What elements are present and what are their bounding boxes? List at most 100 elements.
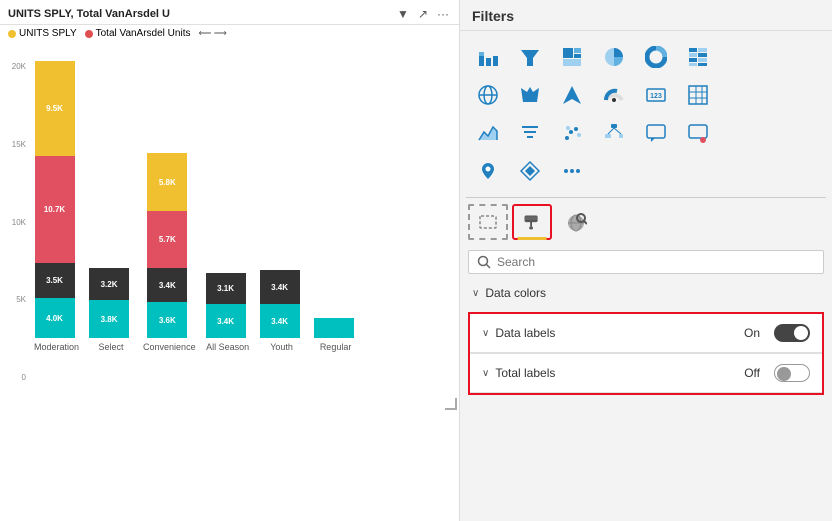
chevron-data-labels: ∨ [482,328,489,339]
bar-group-moderation: 4.0K 3.5K 10.7K 9.5K Moderation [34,61,79,352]
bar-seg: 9.5K [35,61,75,156]
bar-group-youth: 3.4K 3.4K Youth [260,270,304,352]
panel-title: Filters [460,0,832,31]
bar-seg: 3.1K [206,273,246,304]
bar-label-convenience: Convenience [143,342,196,352]
data-labels-knob [794,326,808,340]
table-icon[interactable] [678,77,718,113]
bar-label-regular: Regular [320,342,352,352]
viz-icon-grid: 123 [460,31,832,197]
bar-group-regular: Regular [314,318,358,352]
filter-pane-icon[interactable] [510,115,550,151]
legend-vanarsdel-label: Total VanArsdel Units [96,28,191,39]
bar-group-convenience: 3.6K 3.4K 5.7K 5.8K Convenience [143,153,196,352]
bar-seg: 5.7K [147,211,187,268]
speech-bubble-icon[interactable] [636,115,676,151]
data-colors-label: Data colors [485,286,546,300]
bar-group-allseason: 3.4K 3.1K All Season [206,273,250,352]
bar-seg: 10.7K [35,156,75,263]
filter-icon[interactable]: ▼ [395,6,411,22]
bar-label-select: Select [99,342,124,352]
pie-chart-icon[interactable] [594,39,634,75]
diamond-icon[interactable] [510,153,550,189]
format-paint-icon[interactable] [512,204,552,240]
legend-item-vanarsdel: Total VanArsdel Units [85,28,191,39]
funnel-icon[interactable] [510,39,550,75]
chart-legend: UNITS SPLY Total VanArsdel Units ⟵ ⟶ [0,25,459,42]
fields-icon[interactable] [468,204,508,240]
expand-icon[interactable]: ↗ [415,6,431,22]
map-icon[interactable] [468,153,508,189]
panel-title-text: Filters [472,8,514,24]
bar-stack-moderation: 4.0K 3.5K 10.7K 9.5K [35,61,79,338]
chart-toolbar: ▼ ↗ ··· [395,6,451,22]
bar-seg [314,318,354,338]
bar-stack-select: 3.8K 3.2K [89,268,133,338]
bar-stack-regular [314,318,358,338]
bar-seg: 3.6K [147,302,187,338]
y-axis: 20K 15K 10K 5K 0 [0,62,28,382]
matrix-icon[interactable] [678,39,718,75]
legend-sply-label: UNITS SPLY [19,28,77,39]
bar-seg: 4.0K [35,298,75,338]
gauge-icon[interactable] [594,77,634,113]
card-icon[interactable]: 123 [636,77,676,113]
right-panel: Filters [460,0,832,521]
legend-vanarsdel-dot [85,30,93,38]
chart-panel: UNITS SPLY, Total VanArsdel U ▼ ↗ ··· UN… [0,0,460,521]
total-labels-toggle[interactable] [774,364,810,382]
bar-seg: 3.5K [35,263,75,298]
format-toolbar [460,198,832,246]
search-box[interactable] [468,250,824,274]
bar-seg: 3.4K [260,304,300,338]
labels-section: ∨ Data labels On ∨ Total labels Off [468,312,824,395]
bar-seg: 3.4K [206,304,246,338]
search-input[interactable] [497,255,815,269]
bar-label-allseason: All Season [206,342,249,352]
bar-seg: 5.8K [147,153,187,211]
navigation-arrow-icon[interactable] [552,77,592,113]
chevron-data-colors: ∨ [472,288,479,299]
active-indicator [518,237,547,240]
bar-label-youth: Youth [270,342,293,352]
stacked-bar-chart-icon[interactable] [468,39,508,75]
chart-area: 20K 15K 10K 5K 0 4.0K 3.5K 10.7K 9.5K Mo… [0,42,459,412]
bar-seg: 3.2K [89,268,129,300]
bar-stack-allseason: 3.4K 3.1K [206,273,250,338]
more-visuals-icon[interactable] [552,153,592,189]
resize-handle[interactable] [445,398,457,410]
data-colors-row[interactable]: ∨ Data colors [460,278,832,308]
legend-arrows: ⟵ ⟶ [198,28,226,39]
bar-stack-youth: 3.4K 3.4K [260,270,304,338]
bar-group-select: 3.8K 3.2K Select [89,268,133,352]
decomposition-icon[interactable] [594,115,634,151]
bar-label-moderation: Moderation [34,342,79,352]
scatter-chart-icon[interactable] [552,115,592,151]
area-chart-icon[interactable] [468,115,508,151]
data-labels-value: On [744,326,760,340]
filled-map-icon[interactable] [510,77,550,113]
total-labels-row[interactable]: ∨ Total labels Off [470,354,822,393]
legend-item-sply: UNITS SPLY [8,28,77,39]
more-options-icon[interactable]: ··· [435,6,451,22]
total-labels-knob [777,367,791,381]
search-icon [477,255,491,269]
data-labels-toggle[interactable] [774,324,810,342]
bar-stack-convenience: 3.6K 3.4K 5.7K 5.8K [147,153,191,338]
legend-sply-dot [8,30,16,38]
donut-chart-icon[interactable] [636,39,676,75]
bar-seg: 3.8K [89,300,129,338]
smart-narrative-icon[interactable] [678,115,718,151]
total-labels-value: Off [744,366,760,380]
chevron-total-labels: ∨ [482,368,489,379]
svg-text:123: 123 [650,93,662,100]
chart-header: UNITS SPLY, Total VanArsdel U ▼ ↗ ··· [0,0,459,25]
total-labels-label: Total labels [495,366,738,380]
chart-title: UNITS SPLY, Total VanArsdel U [8,8,170,20]
data-labels-label: Data labels [495,326,738,340]
bars-container: 4.0K 3.5K 10.7K 9.5K Moderation 3.8K 3.2… [30,52,449,352]
treemap-icon[interactable] [552,39,592,75]
analytics-icon[interactable] [556,204,596,240]
globe-icon[interactable] [468,77,508,113]
data-labels-row[interactable]: ∨ Data labels On [470,314,822,353]
